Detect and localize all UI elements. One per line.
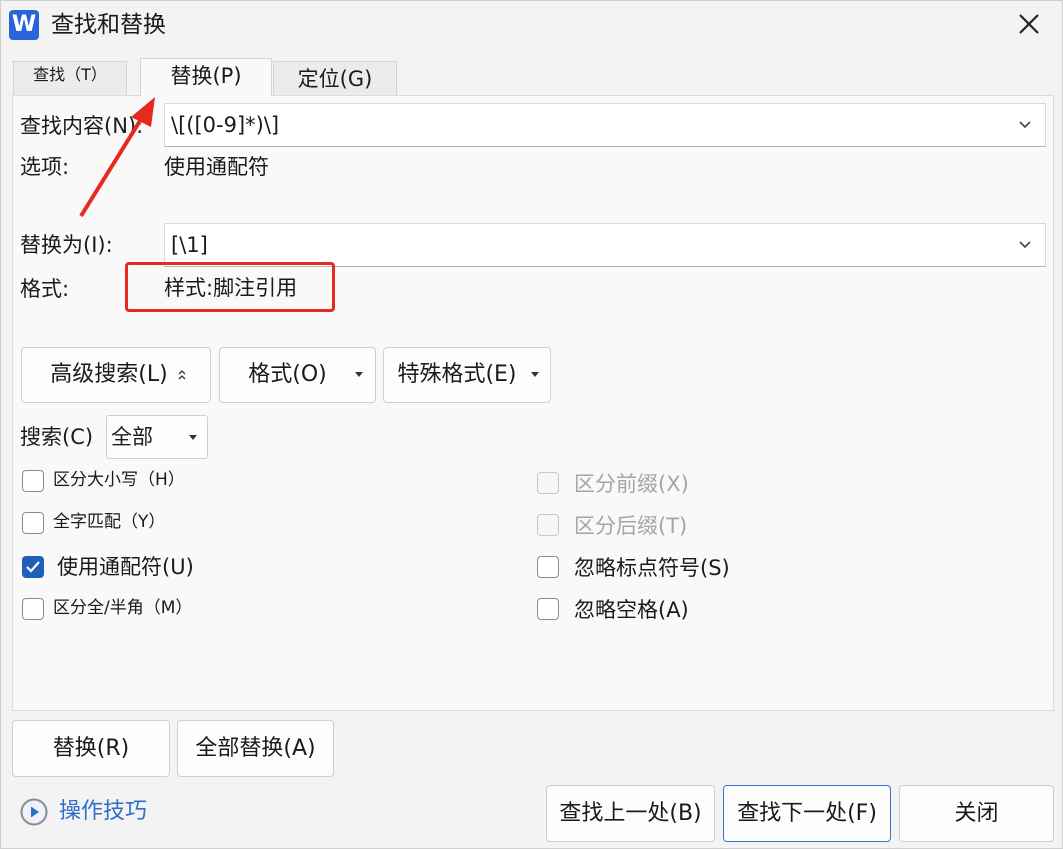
match-case-label: 区分大小写（H） bbox=[53, 470, 185, 490]
tab-goto[interactable]: 定位(G) bbox=[273, 61, 397, 96]
special-format-label: 特殊格式(E) bbox=[397, 362, 517, 387]
find-replace-dialog: W 查找和替换 查找（T） 替换(P) 定位(G) 查找内容(N): \[([0… bbox=[0, 0, 1063, 849]
close-icon[interactable] bbox=[1009, 8, 1049, 44]
ignore-spaces-checkbox[interactable] bbox=[537, 598, 559, 620]
ignore-spaces-label: 忽略空格(A) bbox=[574, 598, 689, 622]
close-button-label: 关闭 bbox=[954, 800, 999, 826]
options-label: 选项: bbox=[20, 155, 70, 179]
format-button-label: 格式(O) bbox=[248, 362, 327, 387]
find-previous-label: 查找上一处(B) bbox=[559, 800, 702, 826]
checkmark-icon bbox=[26, 561, 40, 573]
wps-writer-icon: W bbox=[9, 10, 39, 40]
play-circle-icon[interactable] bbox=[19, 797, 49, 827]
replace-label: 替换为(I): bbox=[20, 233, 113, 257]
replace-all-label: 全部替换(A) bbox=[195, 735, 316, 761]
dropdown-arrow-icon bbox=[355, 372, 363, 377]
ignore-punctuation-checkbox[interactable] bbox=[537, 556, 559, 578]
find-next-label: 查找下一处(F) bbox=[737, 800, 877, 826]
find-previous-button[interactable]: 查找上一处(B) bbox=[546, 785, 715, 842]
use-wildcards-checkbox[interactable] bbox=[22, 556, 44, 578]
find-input-value: \[([0-9]*)\] bbox=[171, 113, 280, 137]
search-scope-value: 全部 bbox=[111, 425, 153, 449]
advanced-search-button[interactable]: 高级搜索(L) bbox=[21, 347, 211, 403]
find-input[interactable]: \[([0-9]*)\] bbox=[164, 103, 1046, 147]
tab-goto-label: 定位(G) bbox=[297, 67, 373, 91]
annotation-arrow-icon bbox=[79, 97, 155, 218]
format-button[interactable]: 格式(O) bbox=[219, 347, 376, 403]
match-prefix-label: 区分前缀(X) bbox=[574, 472, 689, 496]
replace-all-button[interactable]: 全部替换(A) bbox=[177, 720, 334, 777]
dialog-title: 查找和替换 bbox=[51, 12, 166, 38]
title-bar: W 查找和替换 bbox=[1, 1, 1062, 51]
chevron-down-icon[interactable] bbox=[1017, 117, 1033, 133]
tab-find-label: 查找（T） bbox=[33, 65, 107, 84]
whole-word-label: 全字匹配（Y） bbox=[53, 512, 166, 532]
full-half-width-label: 区分全/半角（M） bbox=[53, 598, 193, 618]
replace-button[interactable]: 替换(R) bbox=[12, 720, 170, 777]
tab-replace-label: 替换(P) bbox=[170, 64, 242, 88]
tab-replace[interactable]: 替换(P) bbox=[140, 58, 272, 96]
dropdown-arrow-icon bbox=[531, 372, 539, 377]
options-value: 使用通配符 bbox=[164, 155, 269, 179]
replace-input-value: [\1] bbox=[171, 233, 208, 257]
close-button[interactable]: 关闭 bbox=[899, 785, 1054, 842]
ignore-punctuation-label: 忽略标点符号(S) bbox=[574, 556, 730, 580]
dropdown-arrow-icon bbox=[189, 435, 197, 440]
replace-button-label: 替换(R) bbox=[52, 735, 130, 761]
match-prefix-checkbox[interactable] bbox=[537, 472, 559, 494]
find-next-button[interactable]: 查找下一处(F) bbox=[723, 785, 891, 842]
annotation-highlight-box bbox=[125, 262, 335, 312]
match-case-checkbox[interactable] bbox=[22, 470, 44, 492]
full-half-width-checkbox[interactable] bbox=[22, 598, 44, 620]
search-scope-label: 搜索(C) bbox=[20, 425, 94, 449]
replace-input[interactable]: [\1] bbox=[164, 223, 1046, 267]
search-scope-select[interactable]: 全部 bbox=[106, 415, 208, 459]
collapse-arrows-icon bbox=[178, 370, 186, 380]
use-wildcards-label: 使用通配符(U) bbox=[57, 555, 194, 579]
whole-word-checkbox[interactable] bbox=[22, 512, 44, 534]
format-label: 格式: bbox=[20, 277, 70, 301]
special-format-button[interactable]: 特殊格式(E) bbox=[383, 347, 551, 403]
match-suffix-label: 区分后缀(T) bbox=[574, 514, 688, 538]
match-suffix-checkbox[interactable] bbox=[537, 514, 559, 536]
tips-link[interactable]: 操作技巧 bbox=[59, 798, 147, 826]
chevron-down-icon[interactable] bbox=[1017, 237, 1033, 253]
